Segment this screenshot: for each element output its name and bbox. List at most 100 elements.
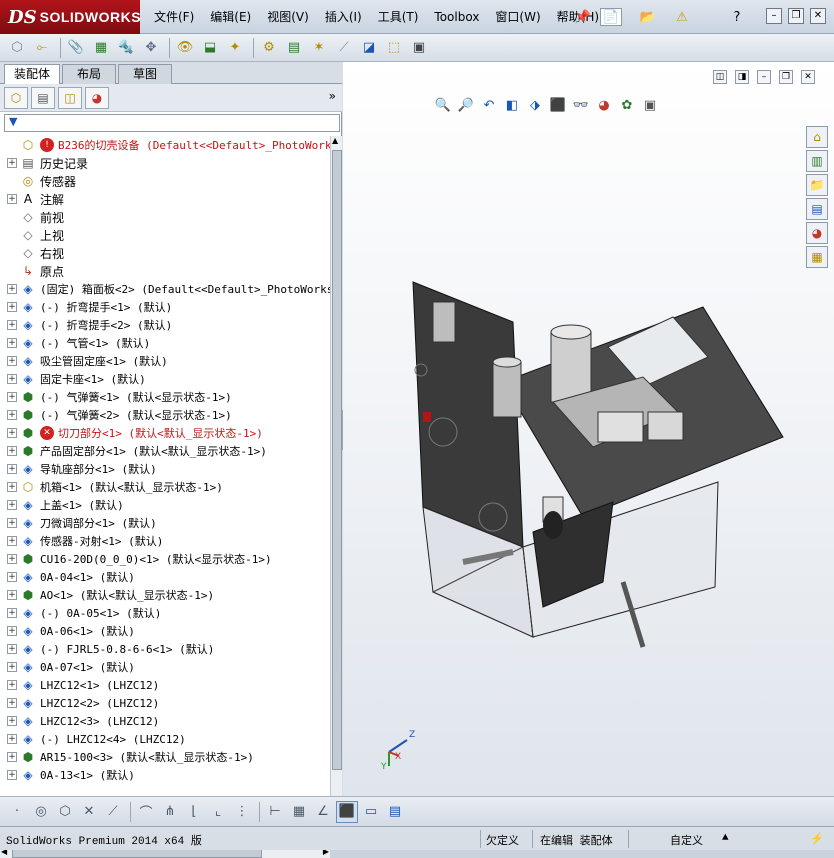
tree-item[interactable]: + ⬡ 机箱<1> (默认<默认_显示状态-1>) xyxy=(0,478,223,496)
mate-icon[interactable]: ⟜ xyxy=(31,37,53,59)
trim-icon[interactable]: ✕ xyxy=(78,801,100,823)
instant3d-icon[interactable]: ⬚ xyxy=(383,37,405,59)
reference-geometry-icon[interactable]: ✦ xyxy=(224,37,246,59)
machine-3d-model[interactable] xyxy=(403,262,803,652)
solidworks-logo[interactable]: DS SOLIDWORKS xyxy=(0,0,141,34)
menu-file[interactable]: 文件(F) xyxy=(146,0,202,34)
expand-toggle-icon[interactable]: + xyxy=(7,482,17,492)
menu-toolbox[interactable]: Toolbox xyxy=(426,0,487,34)
configuration-manager-icon[interactable]: ◫ xyxy=(58,86,82,109)
options-icon[interactable]: ▣ xyxy=(408,37,430,59)
warning-icon[interactable]: ⚠ xyxy=(672,8,692,26)
tree-item[interactable]: + ◈ 0A-04<1> (默认) xyxy=(0,568,135,586)
expand-toggle-icon[interactable]: + xyxy=(7,752,17,762)
linear-pattern-icon[interactable]: ▦ xyxy=(90,37,112,59)
property-manager-icon[interactable]: ▤ xyxy=(31,86,55,109)
tree-item[interactable]: + ◈ LHZC12<1> (LHZC12) xyxy=(0,676,159,694)
expand-toggle-icon[interactable]: + xyxy=(7,302,17,312)
split-view-vertical-icon[interactable]: ◨ xyxy=(735,70,749,84)
view-settings-icon[interactable]: ▣ xyxy=(640,95,660,115)
tree-item[interactable]: ◇ 右视 xyxy=(0,244,64,262)
help-icon[interactable]: ? xyxy=(728,8,746,26)
expand-toggle-icon[interactable]: + xyxy=(7,572,17,582)
tree-item[interactable]: + ⬢ 产品固定部分<1> (默认<默认_显示状态-1>) xyxy=(0,442,267,460)
expand-toggle-icon[interactable]: + xyxy=(7,374,17,384)
expand-toggle-icon[interactable]: + xyxy=(7,626,17,636)
view-orientation-icon[interactable]: ⬗ xyxy=(525,95,545,115)
polygon-icon[interactable]: ⬡ xyxy=(54,801,76,823)
tree-item[interactable]: ◎ 传感器 xyxy=(0,172,76,190)
edit-appearance-icon[interactable]: ◕ xyxy=(594,95,614,115)
design-library-icon[interactable]: ▥ xyxy=(806,150,828,172)
tree-item[interactable]: + ⬢ (-) 气弹簧<2> (默认<显示状态-1>) xyxy=(0,406,232,424)
tree-item[interactable]: + ◈ (-) 折弯提手<1> (默认) xyxy=(0,298,172,316)
feature-tree-icon[interactable]: ⬡ xyxy=(4,86,28,109)
circle-icon[interactable]: ◎ xyxy=(30,801,52,823)
angle-icon[interactable]: ∠ xyxy=(312,801,334,823)
new-document-icon[interactable]: 📄 xyxy=(600,8,622,26)
apply-scene-icon[interactable]: ✿ xyxy=(617,95,637,115)
tree-item[interactable]: ◇ 上视 xyxy=(0,226,64,244)
doc-restore-icon[interactable]: ❐ xyxy=(779,70,793,84)
tree-item[interactable]: + ◈ 0A-13<1> (默认) xyxy=(0,766,135,784)
home-icon[interactable]: ⌂ xyxy=(806,126,828,148)
expand-toggle-icon[interactable]: + xyxy=(7,734,17,744)
tree-item[interactable]: + ⬢ AO<1> (默认<默认_显示状态-1>) xyxy=(0,586,214,604)
tree-item[interactable]: + ◈ 导轨座部分<1> (默认) xyxy=(0,460,157,478)
scroll-up-icon[interactable]: ▲ xyxy=(332,136,338,145)
expand-toggle-icon[interactable]: + xyxy=(7,428,17,438)
tree-item[interactable]: ◇ 前视 xyxy=(0,208,64,226)
table-icon[interactable]: ▤ xyxy=(384,801,406,823)
tree-item[interactable]: + ◈ (-) 折弯提手<2> (默认) xyxy=(0,316,172,334)
tree-item[interactable]: + ◈ (-) 气管<1> (默认) xyxy=(0,334,150,352)
offset-entities-icon[interactable]: ⌒ xyxy=(135,801,157,823)
tree-item[interactable]: + ◈ 吸尘管固定座<1> (默认) xyxy=(0,352,168,370)
tree-item[interactable]: + ◈ (-) FJRL5-0.8-6-6<1> (默认) xyxy=(0,640,214,658)
graphics-area[interactable]: ◫ ◨ – ❐ ✕ 🔍 🔎 ↶ ◧ ⬗ ⬛ 👓 ◕ ✿ ▣ ⌂ ▥ 📁 ▤ ◕ … xyxy=(343,62,834,796)
exploded-view-icon[interactable]: ✶ xyxy=(308,37,330,59)
menu-tools[interactable]: 工具(T) xyxy=(370,0,427,34)
show-hidden-icon[interactable]: 👁 xyxy=(174,37,196,59)
tree-item[interactable]: + ⬢ AR15-100<3> (默认<默认_显示状态-1>) xyxy=(0,748,254,766)
tree-item[interactable]: + ◈ (-) 0A-05<1> (默认) xyxy=(0,604,161,622)
hide-show-items-icon[interactable]: 👓 xyxy=(571,95,591,115)
tree-item[interactable]: ⬡! B236的切壳设备 (Default<<Default>_PhotoWork… xyxy=(0,136,330,154)
expand-toggle-icon[interactable]: + xyxy=(7,446,17,456)
close-icon[interactable]: ✕ xyxy=(810,8,826,24)
display-style-icon[interactable]: ⬛ xyxy=(548,95,568,115)
convert-entities-icon[interactable]: ⟋ xyxy=(102,801,124,823)
tab-assembly[interactable]: 装配体 xyxy=(4,64,60,85)
view-palette-icon[interactable]: ▤ xyxy=(806,198,828,220)
tree-item[interactable]: + ⬢ CU16-20D(0_0_0)<1> (默认<显示状态-1>) xyxy=(0,550,272,568)
paperclip-icon[interactable]: 📎 xyxy=(65,37,87,59)
previous-view-icon[interactable]: ↶ xyxy=(479,95,499,115)
bill-of-materials-icon[interactable]: ▤ xyxy=(283,37,305,59)
tree-item[interactable]: + ⬢ ✕ 切刀部分<1> (默认<默认_显示状态-1>) xyxy=(0,424,263,442)
tree-item[interactable]: + ◈ 刀微调部分<1> (默认) xyxy=(0,514,157,532)
expand-toggle-icon[interactable]: + xyxy=(7,500,17,510)
tree-item[interactable]: + ◈ 传感器-对射<1> (默认) xyxy=(0,532,163,550)
expand-toggle-icon[interactable]: + xyxy=(7,770,17,780)
tree-item[interactable]: + ⬢ (-) 气弹簧<1> (默认<显示状态-1>) xyxy=(0,388,232,406)
tree-item[interactable]: + ◈ LHZC12<3> (LHZC12) xyxy=(0,712,159,730)
menu-window[interactable]: 窗口(W) xyxy=(487,0,548,34)
expand-panel-icon[interactable]: » xyxy=(329,89,336,103)
scrollbar-thumb[interactable] xyxy=(332,150,342,770)
smart-fasteners-icon[interactable]: 🔩 xyxy=(115,37,137,59)
assembly-features-icon[interactable]: ⬓ xyxy=(199,37,221,59)
restore-icon[interactable]: ❐ xyxy=(788,8,804,24)
expand-toggle-icon[interactable]: + xyxy=(7,536,17,546)
view-layout-icon[interactable]: ▭ xyxy=(360,801,382,823)
grid-icon[interactable]: ▦ xyxy=(288,801,310,823)
expand-toggle-icon[interactable]: + xyxy=(7,320,17,330)
shaded-sketch-icon[interactable]: ⬛ xyxy=(336,800,358,823)
file-explorer-icon[interactable]: 📁 xyxy=(806,174,828,196)
expand-toggle-icon[interactable]: + xyxy=(7,518,17,528)
zoom-to-area-icon[interactable]: 🔎 xyxy=(456,95,476,115)
pin-icon[interactable]: 📌 xyxy=(574,8,592,26)
custom-properties-icon[interactable]: ▦ xyxy=(806,246,828,268)
zoom-to-fit-icon[interactable]: 🔍 xyxy=(433,95,453,115)
expand-toggle-icon[interactable]: + xyxy=(7,662,17,672)
menu-insert[interactable]: 插入(I) xyxy=(317,0,370,34)
tree-item[interactable]: + ◈ (固定) 箱面板<2> (Default<<Default>_PhotoWo… xyxy=(0,280,330,298)
